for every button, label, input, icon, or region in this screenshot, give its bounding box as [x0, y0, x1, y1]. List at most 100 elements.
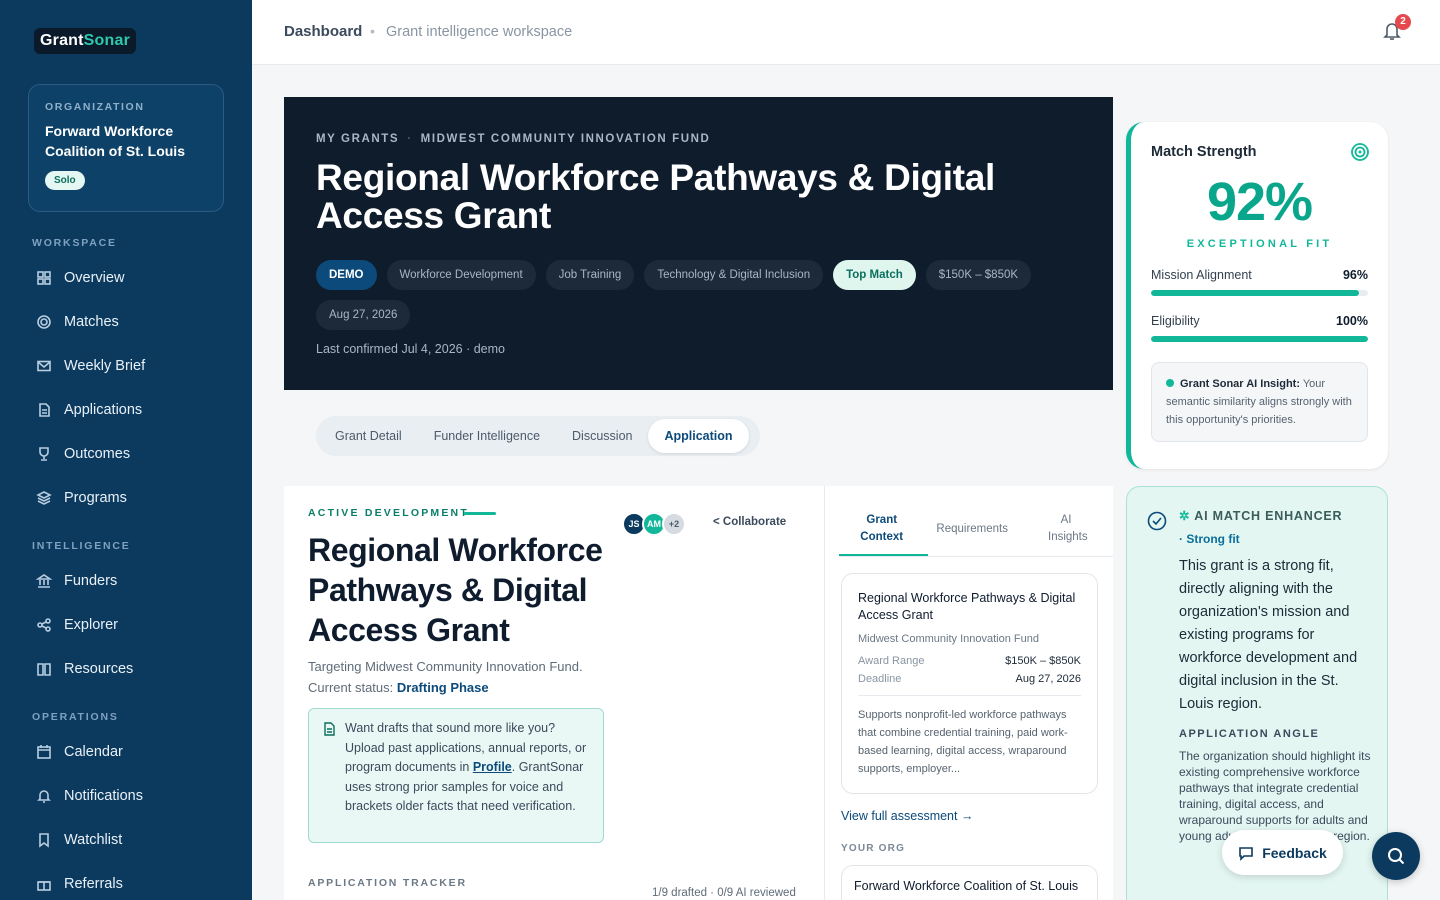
- grid-icon: [37, 271, 51, 285]
- sidebar-item-notifications[interactable]: Notifications: [36, 788, 143, 804]
- tab-grant-detail[interactable]: Grant Detail: [319, 419, 418, 453]
- sidebar-item-label: Programs: [64, 490, 127, 506]
- check-circle-icon: [1147, 511, 1167, 531]
- tag-award-range: $150K – $850K: [925, 260, 1032, 290]
- sidebar-item-referrals[interactable]: Referrals: [36, 876, 123, 892]
- tag-top-match: Top Match: [833, 260, 916, 290]
- share-icon: [37, 618, 51, 632]
- tab-requirements[interactable]: Requirements: [926, 521, 1018, 546]
- org-name: Forward Workforce Coalition of St. Louis: [45, 123, 185, 159]
- sidebar-item-matches[interactable]: Matches: [36, 314, 119, 330]
- sidebar-item-resources[interactable]: Resources: [36, 661, 133, 677]
- match-strength-title: Match Strength: [1151, 144, 1257, 160]
- eligibility-fill: [1151, 336, 1368, 342]
- award-range-label: Award Range: [858, 655, 925, 667]
- chat-icon: [1239, 846, 1254, 861]
- eligibility-row: Eligibility 100%: [1151, 314, 1368, 328]
- tab-grant-context[interactable]: Grant Context: [837, 512, 926, 546]
- document-icon: [39, 403, 50, 417]
- collaborate-button[interactable]: < Collaborate: [713, 516, 786, 528]
- sidebar-item-explorer[interactable]: Explorer: [36, 617, 118, 633]
- sidebar-item-label: Explorer: [64, 617, 118, 633]
- application-title: Regional Workforce Pathways & Digital Ac…: [308, 532, 603, 648]
- tab-application[interactable]: Application: [648, 419, 749, 453]
- sidebar-item-label: Referrals: [64, 876, 123, 892]
- profile-link[interactable]: Profile: [473, 760, 512, 774]
- deadline-row: Deadline Aug 27, 2026: [858, 673, 1081, 685]
- tag-demo: DEMO: [316, 260, 377, 290]
- match-percentage: 92%: [1206, 172, 1313, 232]
- tracker-progress: 1/9 drafted · 0/9 AI reviewed: [652, 887, 796, 899]
- feedback-button[interactable]: Feedback: [1222, 830, 1343, 875]
- logo[interactable]: GrantSonar: [34, 28, 137, 54]
- bank-icon: [36, 574, 52, 588]
- sidebar-item-watchlist[interactable]: Watchlist: [36, 832, 122, 848]
- sidebar-item-label: Applications: [64, 402, 143, 418]
- context-tabs: Grant Context Requirements AI Insights: [825, 512, 1114, 546]
- context-funder: Midwest Community Innovation Fund: [858, 633, 1039, 645]
- org-label: ORGANIZATION: [45, 101, 145, 113]
- hero-breadcrumb: MY GRANTS · MIDWEST COMMUNITY INNOVATION F…: [316, 133, 1081, 145]
- sidebar-item-label: Overview: [64, 270, 125, 286]
- feedback-label: Feedback: [1262, 844, 1327, 861]
- layers-icon: [36, 491, 52, 505]
- sidebar-item-applications[interactable]: Applications: [36, 402, 142, 418]
- bookmark-icon: [39, 833, 49, 848]
- tag-category: Workforce Development: [386, 260, 536, 290]
- document-icon: [324, 722, 335, 736]
- status-link[interactable]: Drafting Phase: [397, 680, 489, 695]
- mail-icon: [37, 360, 51, 372]
- status-dot: [1166, 379, 1174, 387]
- grant-title: Regional Workforce Pathways & Digital Ac…: [316, 157, 996, 236]
- hero-crumb-funder[interactable]: MIDWEST COMMUNITY INNOVATION FUND: [421, 133, 711, 145]
- application-tracker-label: APPLICATION TRACKER: [308, 877, 467, 889]
- sidebar-item-label: Weekly Brief: [64, 358, 146, 374]
- grant-tabs: Grant Detail Funder Intelligence Discuss…: [316, 416, 760, 456]
- grant-hero: MY GRANTS · MIDWEST COMMUNITY INNOVATION F…: [284, 97, 1113, 390]
- tab-funder-intelligence[interactable]: Funder Intelligence: [418, 419, 556, 453]
- mission-alignment-row: Mission Alignment 96%: [1151, 268, 1368, 282]
- sparkle-icon: ✲: [1179, 509, 1191, 523]
- application-targeting: Targeting Midwest Community Innovation F…: [308, 656, 583, 698]
- tag-category: Job Training: [545, 260, 635, 290]
- sidebar-item-overview[interactable]: Overview: [36, 270, 124, 286]
- book-icon: [37, 663, 51, 676]
- sidebar-item-calendar[interactable]: Calendar: [36, 744, 123, 760]
- logo-text: Grant: [40, 32, 84, 49]
- breadcrumb-dashboard[interactable]: Dashboard: [284, 23, 362, 40]
- section-label-intelligence: INTELLIGENCE: [32, 540, 131, 552]
- your-org-card[interactable]: Forward Workforce Coalition of St. Louis: [841, 865, 1098, 900]
- grant-description: Supports nonprofit-led workforce pathway…: [858, 695, 1081, 778]
- your-org-label: YOUR ORG: [841, 843, 906, 854]
- eligibility-value: 100%: [1336, 314, 1368, 328]
- sidebar-item-programs[interactable]: Programs: [36, 490, 127, 506]
- sidebar-item-funders[interactable]: Funders: [36, 573, 117, 589]
- sidebar-item-outcomes[interactable]: Outcomes: [36, 446, 130, 462]
- target-icon: [37, 315, 51, 329]
- sidebar-item-weekly-brief[interactable]: Weekly Brief: [36, 358, 145, 374]
- eligibility-label: Eligibility: [1151, 314, 1200, 328]
- view-full-assessment-link[interactable]: View full assessment →: [841, 809, 973, 823]
- enhancer-title-text: AI MATCH ENHANCER: [1194, 509, 1343, 523]
- match-strength-card: Match Strength 92% EXCEPTIONAL FIT Missi…: [1126, 122, 1388, 469]
- search-icon: [1388, 848, 1405, 865]
- ai-insight-box: Grant Sonar AI Insight: Your semantic si…: [1151, 362, 1368, 442]
- hero-crumb-separator: ·: [407, 133, 413, 145]
- org-card[interactable]: ORGANIZATION Forward Workforce Coalition…: [28, 84, 224, 212]
- breadcrumb-current: Grant intelligence workspace: [386, 24, 573, 40]
- target-icon: [1351, 143, 1369, 161]
- active-development-label: ACTIVE DEVELOPMENT: [308, 507, 469, 519]
- application-angle-label: APPLICATION ANGLE: [1179, 728, 1320, 740]
- tag-category: Technology & Digital Inclusion: [644, 260, 824, 290]
- hero-crumb-my-grants[interactable]: MY GRANTS: [316, 133, 399, 145]
- award-range-row: Award Range $150K – $850K: [858, 655, 1081, 667]
- avatar-more: +2: [662, 512, 686, 536]
- search-button[interactable]: [1372, 832, 1420, 880]
- tab-discussion[interactable]: Discussion: [556, 419, 648, 453]
- profile-upload-tip: Want drafts that sound more like you? Up…: [308, 708, 604, 843]
- tab-ai-insights[interactable]: AI Insights: [1018, 512, 1114, 546]
- eligibility-bar: [1151, 336, 1368, 342]
- context-grant-title: Regional Workforce Pathways & Digital Ac…: [858, 591, 1076, 622]
- sidebar-item-label: Outcomes: [64, 446, 131, 462]
- logo-text-accent: Sonar: [83, 32, 131, 49]
